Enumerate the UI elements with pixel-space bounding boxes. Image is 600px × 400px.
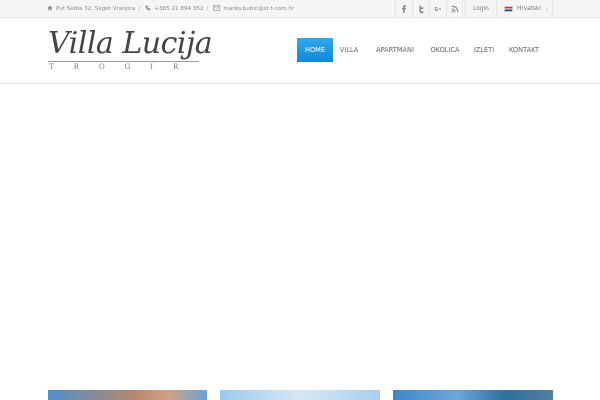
contact-info: Put Sedla 32, Seget Vranjica / +385 21 8… — [47, 0, 294, 17]
main-nav: HOME VILLA APARTMANI OKOLICA IZLETI KONT… — [297, 38, 544, 62]
facebook-link[interactable] — [395, 0, 412, 17]
top-bar: Put Sedla 32, Seget Vranjica / +385 21 8… — [0, 0, 600, 18]
feature-image-villa[interactable] — [48, 390, 207, 400]
facebook-icon — [402, 4, 407, 13]
google-plus-icon — [434, 6, 441, 11]
rss-link[interactable] — [446, 0, 463, 17]
logo-subtitle: TROGIR — [49, 63, 199, 71]
language-label: Hrvatski — [517, 5, 541, 12]
separator: / — [138, 5, 141, 12]
phone-icon — [145, 5, 151, 13]
language-selector[interactable]: Hrvatski ⌄ — [498, 0, 553, 17]
logo-title: Villa Lucija — [48, 26, 213, 61]
separator: / — [206, 5, 209, 12]
croatia-flag-icon — [504, 5, 513, 12]
envelope-icon — [213, 4, 221, 13]
site-header: Villa Lucija TROGIR HOME VILLA APARTMANI… — [0, 18, 600, 84]
twitter-link[interactable] — [412, 0, 429, 17]
site-logo[interactable]: Villa Lucija TROGIR — [48, 26, 213, 74]
nav-item-okolica[interactable]: OKOLICA — [426, 38, 464, 62]
nav-item-kontakt[interactable]: KONTAKT — [504, 38, 544, 62]
nav-item-home[interactable]: HOME — [297, 38, 333, 62]
address-text: Put Sedla 32, Seget Vranjica — [56, 5, 136, 12]
phone-link[interactable]: +385 21 894 352 — [154, 6, 203, 12]
google-plus-link[interactable] — [429, 0, 446, 17]
social-links — [395, 0, 463, 17]
logo-divider — [48, 61, 199, 62]
rss-icon — [451, 5, 458, 12]
nav-item-apartmani[interactable]: APARTMANI — [372, 38, 418, 62]
nav-item-izleti[interactable]: IZLETI — [471, 38, 497, 62]
chevron-down-icon: ⌄ — [545, 5, 550, 12]
twitter-icon — [419, 5, 424, 13]
nav-item-villa[interactable]: VILLA — [337, 38, 361, 62]
feature-image-apartments[interactable] — [220, 390, 380, 400]
home-icon — [47, 5, 53, 13]
login-link[interactable]: Login — [465, 0, 497, 17]
feature-image-surroundings[interactable] — [393, 390, 553, 400]
hero-slider — [0, 85, 600, 390]
email-link[interactable]: marko.bubic@st.t-com.hr — [223, 6, 294, 12]
